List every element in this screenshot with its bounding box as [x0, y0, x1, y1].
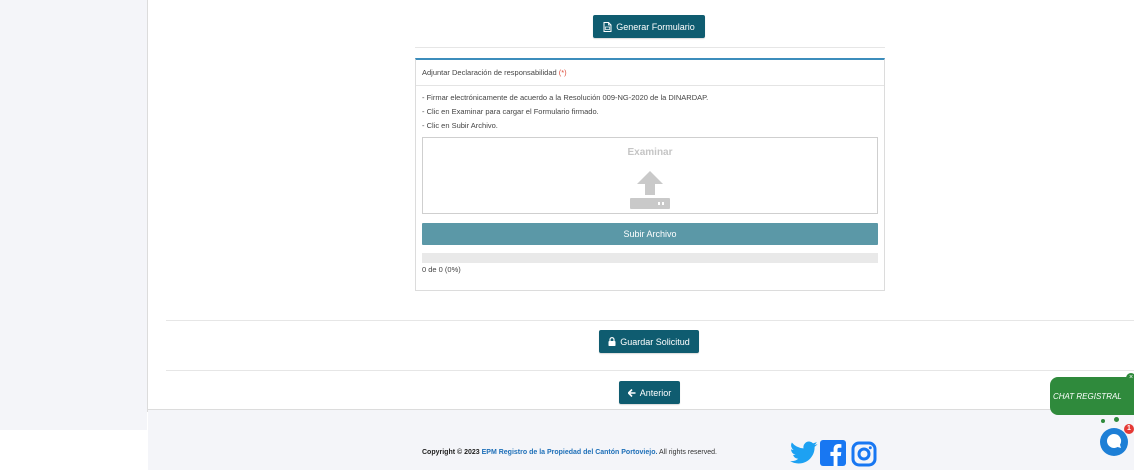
progress-text: 0 de 0 (0%) [422, 265, 461, 274]
panel-title: Adjuntar Declaración de responsabilidad [422, 68, 557, 77]
generate-form-button[interactable]: Generar Formulario [593, 15, 705, 38]
twitter-icon[interactable] [790, 441, 818, 467]
instruction-item: - Clic en Subir Archivo. [422, 121, 498, 130]
required-marker: (*) [558, 68, 567, 77]
footer-copyright: Copyright © 2023 EPM Registro de la Prop… [422, 449, 717, 456]
chat-tail-dot [1114, 417, 1119, 422]
footer [148, 410, 1134, 470]
file-dropzone[interactable]: Examinar [422, 137, 878, 214]
instagram-icon[interactable] [851, 441, 877, 469]
lock-icon [608, 337, 616, 346]
upload-icon [630, 171, 670, 211]
instruction-item: - Firmar electrónicamente de acuerdo a l… [422, 93, 709, 102]
browse-label[interactable]: Examinar [423, 147, 877, 158]
left-sidebar-background [0, 0, 147, 430]
section-divider [415, 47, 885, 48]
previous-button[interactable]: Anterior [619, 381, 680, 404]
previous-label: Anterior [639, 387, 672, 398]
save-request-button[interactable]: Guardar Solicitud [599, 330, 699, 353]
upload-progress-bar [422, 253, 878, 263]
chat-bubble-icon [1106, 433, 1122, 451]
section-divider [166, 370, 1134, 371]
chat-label: CHAT REGISTRAL [1053, 391, 1122, 401]
save-request-label: Guardar Solicitud [620, 336, 690, 347]
upload-file-button[interactable]: Subir Archivo [422, 223, 878, 245]
file-pdf-icon [603, 21, 612, 32]
content-left-border [147, 0, 148, 412]
rights-text: All rights reserved. [659, 449, 717, 456]
chat-launcher[interactable] [1100, 428, 1128, 456]
chat-tail-dot [1101, 419, 1105, 423]
panel-header: Adjuntar Declaración de responsabilidad … [416, 60, 884, 86]
declaration-upload-panel: Adjuntar Declaración de responsabilidad … [415, 58, 885, 291]
notification-badge: 1 [1124, 424, 1134, 434]
facebook-icon[interactable] [820, 440, 846, 468]
generate-form-label: Generar Formulario [616, 21, 695, 32]
copyright-prefix: Copyright © 2023 [422, 449, 480, 456]
footer-brand-link[interactable]: EPM Registro de la Propiedad del Cantón … [482, 449, 658, 456]
section-divider [166, 320, 1134, 321]
instruction-item: - Clic en Examinar para cargar el Formul… [422, 107, 599, 116]
arrow-left-icon [627, 388, 636, 397]
instruction-list: - Firmar electrónicamente de acuerdo a l… [422, 91, 708, 133]
chat-registral-button[interactable]: CHAT REGISTRAL [1050, 377, 1134, 415]
chat-close-button[interactable]: × [1126, 373, 1134, 383]
